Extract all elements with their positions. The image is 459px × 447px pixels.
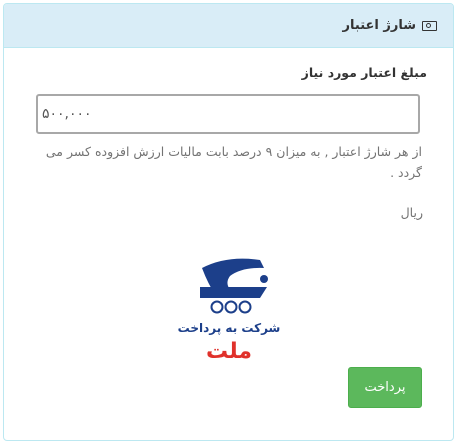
currency-label: ریال bbox=[400, 205, 423, 220]
money-icon bbox=[422, 20, 437, 31]
logo-ring-3 bbox=[238, 300, 252, 314]
panel-title: شارژ اعتبار bbox=[342, 18, 416, 33]
logo-brand-text: ملت bbox=[206, 339, 252, 364]
logo-ring-2 bbox=[224, 300, 238, 314]
pay-button[interactable]: پرداخت bbox=[348, 367, 422, 408]
logo-bar bbox=[200, 287, 267, 298]
bank-mellat-logo: شرکت به پرداخت ملت bbox=[178, 258, 281, 364]
amount-label: مبلغ اعتبار مورد نیاز bbox=[301, 65, 427, 80]
amount-input[interactable] bbox=[36, 94, 420, 134]
logo-company-text: شرکت به پرداخت bbox=[178, 321, 281, 335]
vat-help-text: از هر شارژ اعتبار , به میزان ۹ درصد بابت… bbox=[45, 144, 422, 180]
panel-heading: شارژ اعتبار bbox=[4, 4, 453, 48]
logo-dot bbox=[260, 275, 268, 283]
logo-ring-1 bbox=[210, 300, 224, 314]
